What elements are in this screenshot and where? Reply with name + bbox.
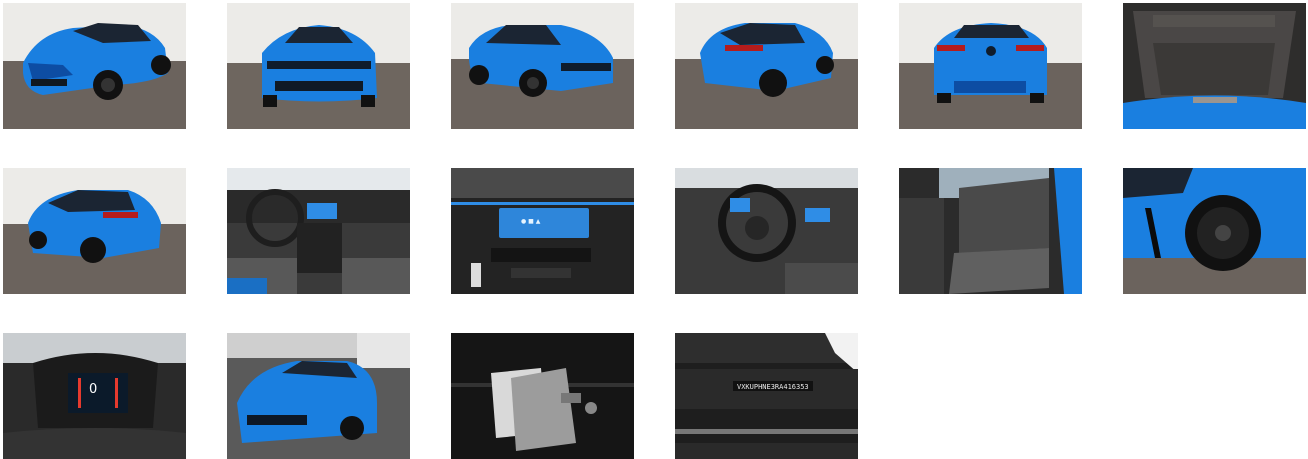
thumbnail-front-left[interactable] bbox=[3, 3, 186, 129]
thumbnail-rear-left[interactable] bbox=[675, 3, 858, 129]
car-photo-rear-left bbox=[675, 3, 858, 129]
thumbnail-rear[interactable] bbox=[899, 3, 1082, 129]
dashboard-photo bbox=[227, 168, 410, 294]
thumbnail-wheel[interactable] bbox=[1123, 168, 1306, 294]
car-photo-showroom bbox=[227, 333, 410, 459]
car-photo-rear bbox=[899, 3, 1082, 129]
car-photo-front-left bbox=[3, 3, 186, 129]
documents-photo bbox=[451, 333, 634, 459]
thumbnail-trunk[interactable] bbox=[1123, 3, 1306, 129]
trunk-photo bbox=[1123, 3, 1306, 129]
vin-plate-photo: VXKUPHNE3RA416353 bbox=[675, 333, 858, 459]
thumbnail-showroom[interactable] bbox=[227, 333, 410, 459]
thumbnail-rear-seats[interactable] bbox=[899, 168, 1082, 294]
thumbnail-infotainment[interactable]: ● ■ ▲ bbox=[451, 168, 634, 294]
svg-text:● ■ ▲: ● ■ ▲ bbox=[521, 218, 541, 225]
photo-gallery: ● ■ ▲ 0 VXKUPHNE3RA416353 bbox=[0, 0, 1308, 459]
car-photo-front-right bbox=[451, 3, 634, 129]
rear-seats-photo bbox=[899, 168, 1082, 294]
thumbnail-rear-left-2[interactable] bbox=[3, 168, 186, 294]
thumbnail-dashboard[interactable] bbox=[227, 168, 410, 294]
thumbnail-instrument-cluster[interactable]: 0 bbox=[3, 333, 186, 459]
thumbnail-documents[interactable] bbox=[451, 333, 634, 459]
thumbnail-vin-plate[interactable]: VXKUPHNE3RA416353 bbox=[675, 333, 858, 459]
thumbnail-steering-wheel[interactable] bbox=[675, 168, 858, 294]
infotainment-photo: ● ■ ▲ bbox=[451, 168, 634, 294]
car-photo-rear-left-2 bbox=[3, 168, 186, 294]
vin-number: VXKUPHNE3RA416353 bbox=[737, 383, 809, 391]
thumbnail-front[interactable] bbox=[227, 3, 410, 129]
steering-wheel-photo bbox=[675, 168, 858, 294]
car-photo-front bbox=[227, 3, 410, 129]
odometer-reading: 0 bbox=[89, 382, 97, 397]
thumbnail-front-right[interactable] bbox=[451, 3, 634, 129]
wheel-photo bbox=[1123, 168, 1306, 294]
instrument-cluster-photo: 0 bbox=[3, 333, 186, 459]
